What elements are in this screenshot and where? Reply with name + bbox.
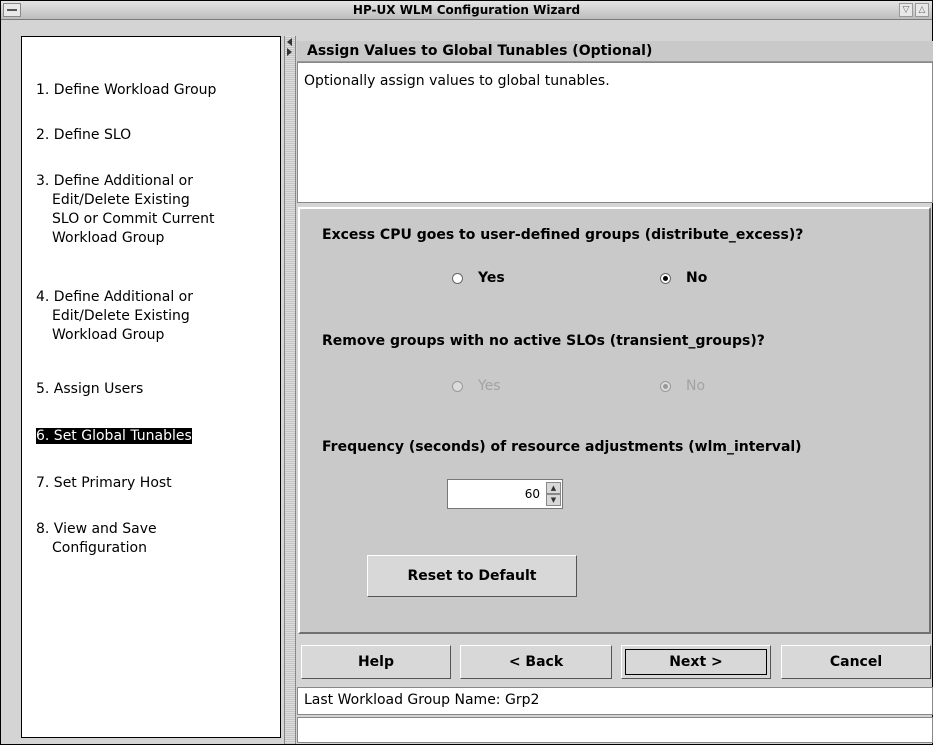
spinner-down-icon[interactable]: ▼ [546, 494, 561, 506]
tunables-form: Excess CPU goes to user-defined groups (… [298, 207, 931, 634]
step-3-line-3: SLO or Commit Current [52, 211, 215, 227]
collapse-left-icon[interactable] [287, 38, 292, 46]
wlm-interval-value[interactable]: 60 [525, 487, 540, 501]
step-4-line-3: Workload Group [52, 327, 165, 343]
step-4[interactable]: 4. Define Additional or Edit/Delete Exis… [36, 288, 193, 345]
transient-groups-no-label: No [686, 378, 706, 394]
expand-right-icon[interactable] [287, 48, 292, 56]
step-1[interactable]: 1. Define Workload Group [36, 81, 216, 100]
description-box: Optionally assign values to global tunab… [297, 62, 933, 203]
step-4-line-2: Edit/Delete Existing [52, 308, 190, 324]
maximize-button[interactable]: △ [915, 3, 929, 17]
next-button[interactable]: Next > [621, 645, 771, 679]
distribute-excess-yes-radio[interactable] [452, 273, 463, 284]
step-3-line-4: Workload Group [52, 230, 165, 246]
step-3[interactable]: 3. Define Additional or Edit/Delete Exis… [36, 172, 214, 248]
step-4-line-1: 4. Define Additional or [36, 289, 194, 305]
status-bar-secondary [297, 717, 933, 743]
distribute-excess-yes-label[interactable]: Yes [478, 270, 505, 286]
step-1-label: 1. Define Workload Group [36, 82, 217, 98]
description-text: Optionally assign values to global tunab… [304, 73, 610, 89]
title-bar[interactable]: HP-UX WLM Configuration Wizard ▽ △ [1, 1, 932, 20]
page-title: Assign Values to Global Tunables (Option… [307, 43, 653, 59]
status-text: Last Workload Group Name: Grp2 [304, 692, 540, 708]
step-3-line-2: Edit/Delete Existing [52, 192, 190, 208]
step-2[interactable]: 2. Define SLO [36, 126, 131, 145]
step-6-label: 6. Set Global Tunables [36, 428, 192, 444]
step-8[interactable]: 8. View and Save Configuration [36, 520, 157, 558]
wlm-interval-question: Frequency (seconds) of resource adjustme… [322, 439, 802, 455]
minimize-button[interactable]: ▽ [899, 3, 913, 17]
help-button[interactable]: Help [301, 645, 451, 679]
pane-splitter[interactable] [284, 36, 296, 744]
step-8-line-1: 8. View and Save [36, 521, 157, 537]
back-button[interactable]: < Back [460, 645, 612, 679]
distribute-excess-no-label[interactable]: No [686, 270, 707, 286]
step-2-label: 2. Define SLO [36, 127, 132, 143]
wizard-window: HP-UX WLM Configuration Wizard ▽ △ 1. De… [0, 0, 933, 745]
step-6[interactable]: 6. Set Global Tunables [36, 427, 192, 446]
step-7[interactable]: 7. Set Primary Host [36, 474, 172, 493]
distribute-excess-no-radio[interactable] [660, 273, 671, 284]
transient-groups-no-radio [660, 381, 671, 392]
status-bar: Last Workload Group Name: Grp2 [297, 687, 933, 715]
step-8-line-2: Configuration [52, 540, 147, 556]
page-header: Assign Values to Global Tunables (Option… [297, 41, 933, 62]
wlm-interval-spinner[interactable]: 60 ▲ ▼ [447, 479, 563, 509]
steps-panel: 1. Define Workload Group 2. Define SLO 3… [21, 36, 281, 738]
step-5[interactable]: 5. Assign Users [36, 380, 143, 399]
step-7-label: 7. Set Primary Host [36, 475, 172, 491]
distribute-excess-question: Excess CPU goes to user-defined groups (… [322, 227, 804, 243]
reset-to-default-button[interactable]: Reset to Default [367, 555, 577, 597]
window-title: HP-UX WLM Configuration Wizard [352, 3, 581, 17]
transient-groups-question: Remove groups with no active SLOs (trans… [322, 333, 765, 349]
step-3-line-1: 3. Define Additional or [36, 173, 194, 189]
cancel-button[interactable]: Cancel [781, 645, 931, 679]
transient-groups-yes-radio [452, 381, 463, 392]
step-5-label: 5. Assign Users [36, 381, 144, 397]
spinner-up-icon[interactable]: ▲ [546, 482, 561, 494]
wizard-nav: Help < Back Next > Cancel [297, 641, 933, 683]
transient-groups-yes-label: Yes [478, 378, 501, 394]
